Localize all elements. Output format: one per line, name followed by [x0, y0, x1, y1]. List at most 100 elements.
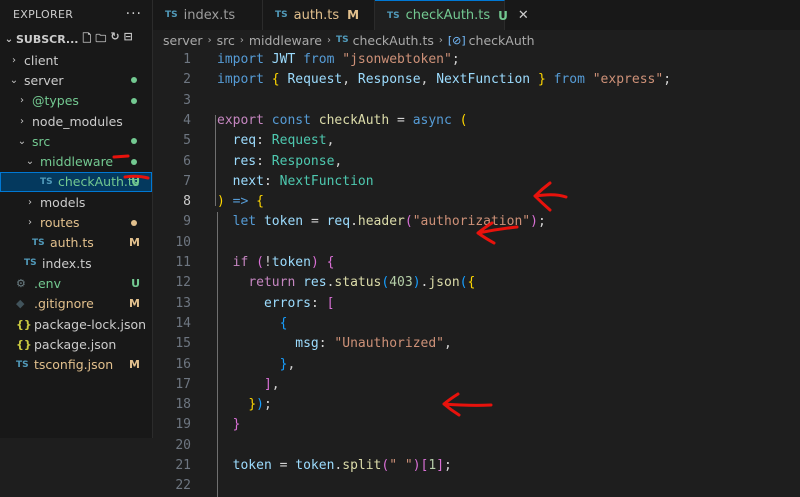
code-line[interactable]: 9 let token = req.header("authorization"…: [153, 212, 800, 232]
line-number: 1: [183, 52, 191, 67]
code-token: :: [318, 336, 335, 352]
code-line[interactable]: 14 {: [153, 314, 800, 334]
code-line[interactable]: 4 export const checkAuth = async (: [153, 111, 800, 131]
chevron-down-icon[interactable]: ⌄: [16, 136, 28, 147]
code-token: async: [412, 112, 460, 128]
code-line[interactable]: 16 },: [153, 355, 800, 375]
chevron-down-icon[interactable]: ⌄: [24, 156, 36, 167]
code-token: [: [420, 458, 429, 473]
code-token: (: [256, 255, 264, 270]
typescript-file-icon: TS: [335, 35, 349, 45]
code-line[interactable]: 21 token = token.split(" ")[1];: [153, 456, 800, 476]
tree-item[interactable]: › models: [0, 192, 152, 212]
tree-item-label: tsconfig.json: [34, 357, 114, 373]
symbol-variable-icon: [⊘]: [447, 33, 466, 47]
code-token: req: [232, 133, 257, 149]
git-status-dot: [131, 138, 137, 145]
code-editor[interactable]: 1 import JWT from "jsonwebtoken"; 2 import …: [153, 50, 800, 497]
code-token: let: [232, 214, 264, 230]
more-actions-icon[interactable]: ···: [126, 6, 142, 22]
code-line[interactable]: 6 res: Response,: [153, 152, 800, 172]
code-token: next: [232, 173, 264, 189]
tree-item-label: auth.ts: [50, 235, 94, 251]
indent-guide: [217, 212, 218, 497]
chevron-down-icon[interactable]: ⌄: [2, 34, 16, 45]
tree-item[interactable]: {} package-lock.json: [0, 314, 152, 334]
new-folder-icon[interactable]: 🗀: [95, 30, 106, 49]
tree-item[interactable]: › client: [0, 50, 152, 70]
code-line[interactable]: 8) => {: [153, 192, 800, 212]
typescript-file-icon: TS: [32, 237, 45, 248]
tree-item-label: .env: [34, 275, 61, 291]
line-number: 22: [175, 478, 191, 494]
code-token: json: [428, 275, 460, 291]
tab-auth-ts[interactable]: TS auth.ts M: [263, 0, 375, 30]
tree-item[interactable]: ◆ .gitignore M: [0, 294, 152, 314]
tree-item[interactable]: ⌄ server: [0, 70, 152, 90]
code-line[interactable]: 2 import { Request, Response, NextFunctio…: [153, 70, 800, 90]
code-line[interactable]: 20: [153, 436, 800, 456]
breadcrumb: server › src › middleware › TS checkAuth.ts › [⊘]…: [153, 30, 800, 50]
chevron-right-icon[interactable]: ›: [16, 95, 28, 106]
code-line[interactable]: 1 import JWT from "jsonwebtoken";: [153, 50, 800, 70]
tree-item[interactable]: TS checkAuth.ts U: [0, 171, 152, 193]
code-line[interactable]: 10: [153, 233, 800, 253]
tab-checkauth-ts[interactable]: TS checkAuth.ts U ✕: [375, 0, 529, 30]
breadcrumb-segment[interactable]: middleware: [249, 33, 322, 48]
code-token: {: [326, 255, 335, 270]
explorer-title: EXPLORER: [13, 7, 74, 21]
code-line[interactable]: 17 ],: [153, 375, 800, 395]
tree-item[interactable]: ⌄ src: [0, 131, 152, 151]
git-status-dot: [131, 77, 137, 84]
code-token: Request: [287, 72, 343, 88]
git-status-dot: [131, 97, 137, 104]
chevron-right-icon[interactable]: ›: [8, 55, 20, 66]
tree-item[interactable]: TS auth.ts M: [0, 233, 152, 253]
code-line[interactable]: 19 }: [153, 415, 800, 435]
code-line[interactable]: 11 if (!token) {: [153, 253, 800, 273]
code-line[interactable]: 3: [153, 91, 800, 111]
code-line[interactable]: 7 next: NextFunction: [153, 172, 800, 192]
code-token: ,: [287, 356, 296, 372]
line-number: 7: [183, 173, 191, 189]
json-file-icon: {}: [16, 337, 32, 351]
code-line[interactable]: 13 errors: [: [153, 294, 800, 314]
chevron-right-icon[interactable]: ›: [16, 116, 28, 127]
breadcrumb-segment[interactable]: src: [217, 33, 235, 48]
tree-item[interactable]: TS tsconfig.json M: [0, 354, 152, 374]
code-token: const: [271, 112, 319, 128]
tree-item[interactable]: › @types: [0, 91, 152, 111]
tab-index-ts[interactable]: TS index.ts: [153, 0, 263, 30]
collapse-all-icon[interactable]: ⊟: [124, 30, 133, 49]
code-line[interactable]: 12 return res.status(403).json({: [153, 273, 800, 293]
git-status-badge: M: [129, 236, 140, 250]
workspace-folder-row[interactable]: ⌄ SUBSCR... 🗋 🗀 ↻ ⊟: [0, 28, 152, 50]
code-token: JWT: [271, 52, 304, 67]
tree-item[interactable]: ⚙ .env U: [0, 273, 152, 293]
explorer-header: EXPLORER ···: [0, 0, 152, 28]
breadcrumb-segment[interactable]: checkAuth.ts: [353, 33, 434, 48]
code-line[interactable]: 18 });: [153, 395, 800, 415]
tree-item[interactable]: {} package.json: [0, 334, 152, 354]
new-file-icon[interactable]: 🗋: [82, 30, 91, 49]
code-token: errors: [263, 295, 311, 311]
code-line[interactable]: 22: [153, 476, 800, 496]
tree-item[interactable]: TS index.ts: [0, 253, 152, 273]
tree-item[interactable]: › routes: [0, 212, 152, 232]
tree-item[interactable]: ⌄ middleware: [0, 151, 152, 171]
breadcrumb-segment[interactable]: checkAuth: [469, 33, 535, 48]
breadcrumb-segment[interactable]: server: [163, 33, 203, 48]
chevron-down-icon[interactable]: ⌄: [8, 75, 20, 86]
code-line[interactable]: 5 req: Request,: [153, 131, 800, 151]
code-token: res: [303, 275, 327, 291]
chevron-right-icon[interactable]: ›: [24, 197, 36, 208]
code-line[interactable]: 15 msg: "Unauthorized",: [153, 334, 800, 354]
refresh-icon[interactable]: ↻: [110, 30, 119, 49]
chevron-right-icon[interactable]: ›: [24, 217, 36, 228]
close-icon[interactable]: ✕: [518, 8, 529, 23]
tree-item[interactable]: › node_modules: [0, 111, 152, 131]
